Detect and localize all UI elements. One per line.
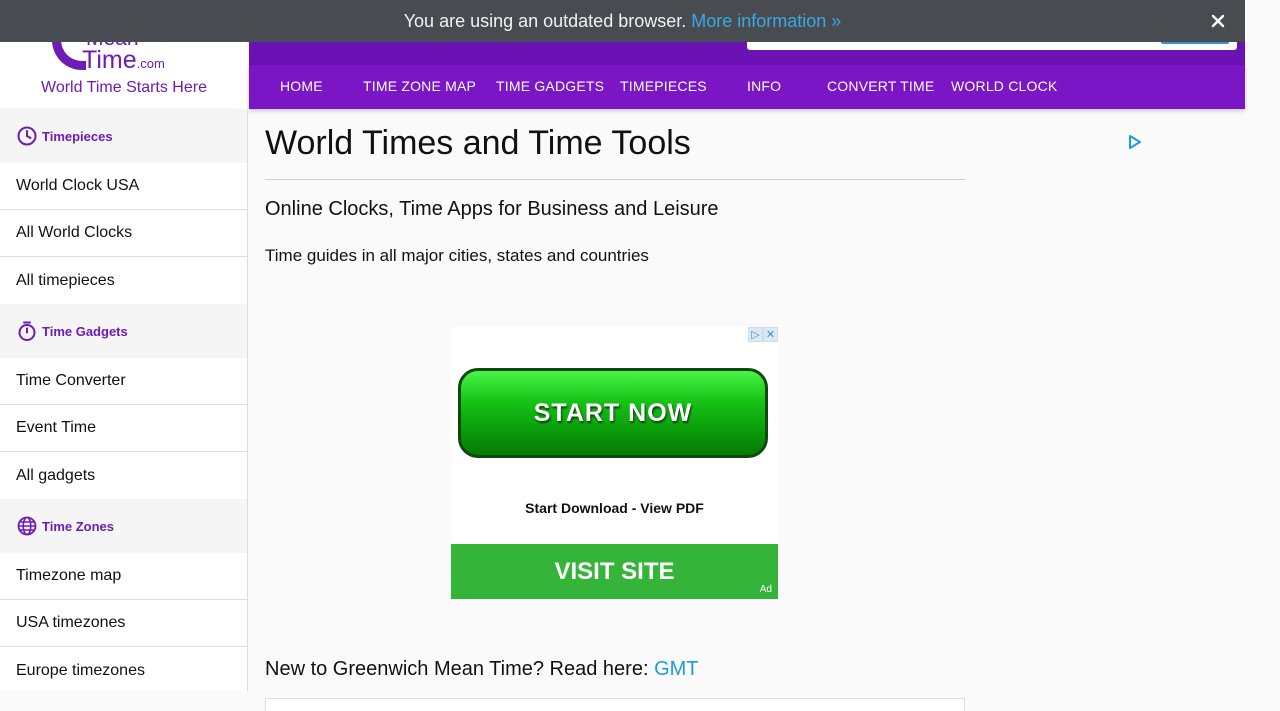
sidebar-item-europe-timezones[interactable]: Europe timezones bbox=[0, 647, 247, 691]
sidebar-section-timepieces[interactable]: Timepieces bbox=[0, 109, 247, 163]
sidebar-item-all-gadgets[interactable]: All gadgets bbox=[0, 452, 247, 499]
sidebar-item-all-timepieces[interactable]: All timepieces bbox=[0, 257, 247, 304]
logo-com-suffix: .com bbox=[136, 56, 165, 71]
gmt-link[interactable]: GMT bbox=[654, 658, 698, 680]
gmt-prompt-text: New to Greenwich Mean Time? Read here: bbox=[265, 658, 649, 680]
ad-visit-site-label: VISIT SITE bbox=[554, 557, 675, 585]
page-description: Time guides in all major cities, states … bbox=[265, 246, 649, 265]
ad-label: Ad bbox=[759, 584, 772, 595]
page-subtitle: Online Clocks, Time Apps for Business an… bbox=[265, 198, 719, 220]
sidebar: Timepieces World Clock USA All World Clo… bbox=[0, 109, 248, 691]
sidebar-section-title: Timepieces bbox=[42, 128, 113, 144]
title-divider bbox=[265, 179, 965, 180]
ad-start-now-button[interactable]: START NOW bbox=[458, 368, 768, 458]
close-icon[interactable] bbox=[1207, 10, 1229, 32]
ad-visit-site-button[interactable]: VISIT SITE Ad bbox=[451, 544, 778, 599]
sidebar-item-all-world-clocks[interactable]: All World Clocks bbox=[0, 210, 247, 257]
nav-time-zone-map[interactable]: TIME ZONE MAP bbox=[363, 78, 476, 94]
banner-message: You are using an outdated browser. bbox=[403, 10, 687, 31]
ad-text: Start Download - View PDF bbox=[525, 500, 704, 516]
logo-text-time: Time.com bbox=[82, 47, 165, 77]
site-tagline: World Time Starts Here bbox=[41, 79, 207, 96]
gmt-prompt: New to Greenwich Mean Time? Read here: G… bbox=[265, 658, 699, 681]
stopwatch-icon bbox=[18, 321, 36, 341]
content-box bbox=[265, 698, 965, 711]
sidebar-section-title: Time Zones bbox=[42, 518, 115, 534]
sidebar-section-title: Time Gadgets bbox=[42, 323, 128, 339]
advertisement: ▷ ✕ START NOW Start Download - View PDF … bbox=[451, 327, 778, 599]
ad-choices[interactable]: ▷ ✕ bbox=[748, 327, 778, 342]
globe-icon bbox=[17, 516, 37, 536]
sidebar-section-time-gadgets[interactable]: Time Gadgets bbox=[0, 304, 247, 358]
nav-timepieces[interactable]: TIMEPIECES bbox=[620, 78, 707, 94]
page-title: World Times and Time Tools bbox=[265, 124, 691, 162]
nav-home[interactable]: HOME bbox=[280, 78, 323, 94]
sidebar-item-world-clock-usa[interactable]: World Clock USA bbox=[0, 163, 247, 210]
sidebar-section-time-zones[interactable]: Time Zones bbox=[0, 499, 247, 553]
logo-time-word: Time bbox=[82, 46, 137, 74]
nav-world-clock[interactable]: WORLD CLOCK bbox=[951, 78, 1057, 94]
sidebar-item-timezone-map[interactable]: Timezone map bbox=[0, 553, 247, 600]
sidebar-item-time-converter[interactable]: Time Converter bbox=[0, 358, 247, 405]
ad-info-icon[interactable]: ▷ bbox=[748, 327, 763, 342]
main-nav: HOME TIME ZONE MAP TIME GADGETS TIMEPIEC… bbox=[249, 65, 1245, 109]
clock-icon bbox=[17, 126, 37, 146]
nav-convert-time[interactable]: CONVERT TIME bbox=[827, 78, 934, 94]
adchoices-icon[interactable] bbox=[1127, 134, 1143, 150]
ad-close-icon[interactable]: ✕ bbox=[763, 327, 778, 342]
sidebar-item-event-time[interactable]: Event Time bbox=[0, 405, 247, 452]
nav-time-gadgets[interactable]: TIME GADGETS bbox=[496, 78, 604, 94]
sidebar-item-usa-timezones[interactable]: USA timezones bbox=[0, 600, 247, 647]
more-information-link[interactable]: More information » bbox=[691, 11, 841, 32]
nav-info[interactable]: INFO bbox=[747, 78, 781, 94]
ad-start-now-label: START NOW bbox=[533, 398, 693, 427]
outdated-browser-banner: You are using an outdated browser. More … bbox=[0, 0, 1245, 42]
